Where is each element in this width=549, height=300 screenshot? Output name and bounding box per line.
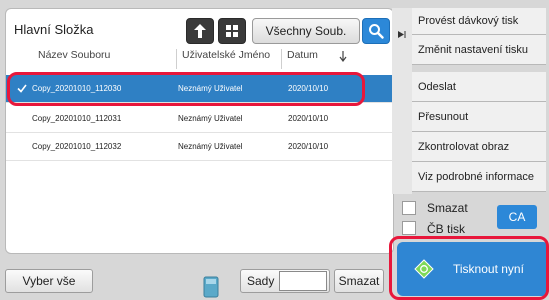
menu-item-send[interactable]: Odeslat (412, 72, 546, 102)
ca-button[interactable]: CA (497, 205, 537, 229)
file-name: Copy_20201010_112032 (32, 142, 122, 151)
menu-item-change-print-settings[interactable]: Změnit nastavení tisku (412, 35, 546, 65)
grid-icon (226, 25, 238, 37)
folder-title: Hlavní Složka (14, 22, 94, 37)
menu-item-move[interactable]: Přesunout (412, 102, 546, 132)
collapse-strip[interactable] (392, 8, 412, 194)
file-row[interactable]: Copy_20201010_112031 Neznámý Uživatel 20… (6, 105, 393, 133)
file-list-panel: Hlavní Složka Všechny Soub. Název Soubor… (5, 8, 394, 254)
bw-print-label: ČB tisk (427, 222, 466, 236)
column-divider (281, 49, 282, 69)
print-button-highlight (389, 236, 549, 300)
file-user: Neznámý Uživatel (178, 142, 243, 151)
grid-view-button[interactable] (218, 18, 246, 44)
search-icon (369, 24, 384, 39)
play-icon (398, 31, 406, 38)
file-filter-button[interactable]: Všechny Soub. (252, 18, 360, 44)
file-user: Neznámý Uživatel (178, 114, 243, 123)
up-folder-button[interactable] (186, 18, 214, 44)
search-button[interactable] (362, 18, 390, 44)
file-row[interactable]: Copy_20201010_112032 Neznámý Uživatel 20… (6, 133, 393, 161)
menu-item-detail-info[interactable]: Viz podrobné informace (412, 162, 546, 192)
file-date: 2020/10/10 (288, 142, 329, 151)
sets-input[interactable] (279, 271, 327, 291)
delete-button[interactable]: Smazat (334, 269, 384, 293)
column-header-user[interactable]: Uživatelské Jméno (182, 49, 278, 67)
actions-menu: Provést dávkový tisk Změnit nastavení ti… (392, 8, 549, 194)
sort-arrow-icon (339, 51, 347, 62)
menu-item-check-image[interactable]: Zkontrolovat obraz (412, 132, 546, 162)
menu-item-batch-print[interactable]: Provést dávkový tisk (412, 8, 546, 35)
select-all-button[interactable]: Vyber vše (5, 269, 93, 293)
delete-checkbox-label: Smazat (427, 201, 468, 215)
column-header-name[interactable]: Název Souboru (38, 49, 168, 67)
file-name: Copy_20201010_112031 (32, 114, 122, 123)
arrow-up-icon (194, 24, 206, 38)
file-filter-label: Všechny Soub. (265, 24, 347, 38)
column-divider (176, 49, 177, 69)
sets-label: Sady (247, 274, 275, 288)
selection-highlight (7, 72, 365, 106)
column-header-date[interactable]: Datum (287, 49, 329, 67)
document-thumbnail-icon (203, 276, 219, 298)
file-date: 2020/10/10 (288, 114, 329, 123)
delete-checkbox[interactable] (402, 201, 416, 215)
bw-print-checkbox[interactable] (402, 221, 416, 235)
